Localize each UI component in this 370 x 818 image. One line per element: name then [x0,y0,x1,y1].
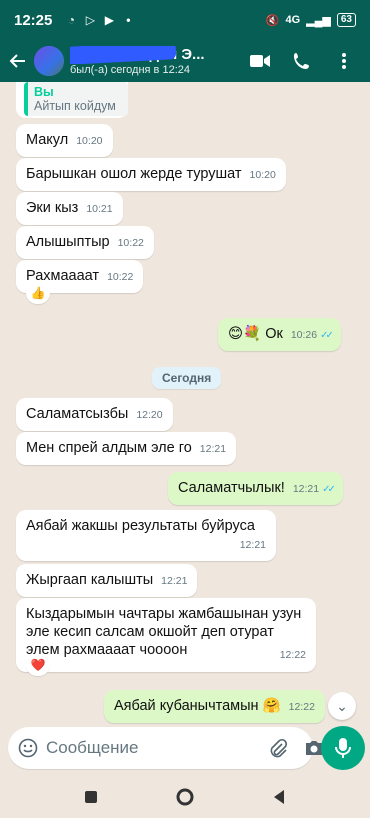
status-bar: 12:25 ◔ ▷ ▶ • 🔇 4G ▂▄▆ 63 [0,0,370,40]
mic-button[interactable] [321,726,365,770]
message-time: 12:22 [279,649,306,662]
message-bubble[interactable]: Эки кыз 10:21 [16,192,123,226]
avatar[interactable] [34,46,64,76]
message-time: 10:22 [117,237,144,249]
message-time: 10:22 [107,271,134,283]
back-button[interactable] [267,785,291,809]
message-composer [8,727,322,769]
message-bubble[interactable]: Барышкан ошол жерде турушат 10:20 [16,158,286,192]
back-arrow-icon[interactable] [0,40,34,82]
video-call-icon[interactable] [250,51,270,71]
message-time: 10:20 [249,169,276,181]
message-text: Жыргаап калышты [26,572,154,588]
signal-icon: ▂▄▆ [306,14,331,27]
system-nav-bar [0,775,370,818]
message-bubble[interactable]: Аябай жакшы результаты буйруса 12:21 [16,510,276,562]
reaction-thumbs-up[interactable]: 👍 [26,282,50,304]
message-text: Алышыптыр [26,234,110,250]
message-time: 12:21 [239,539,266,552]
voice-call-icon[interactable] [292,51,312,71]
message-bubble[interactable]: Макул 10:20 [16,124,113,158]
message-time: 10:21 [86,203,113,215]
alarm-icon: ◔ [67,13,75,27]
message-time: 12:20 [136,409,163,421]
message-text: Саламатчылык! [178,480,285,496]
message-bubble[interactable]: Жыргаап калышты 12:21 [16,564,198,598]
message-time: 12:22 [288,701,315,713]
date-chip: Сегодня [152,367,222,389]
message-time: 12:21 [199,443,227,455]
battery-indicator: 63 [336,13,356,27]
quote-text: Айтып койдум [34,99,116,114]
status-notification-icons: ◔ ▷ ▶ • [64,13,135,27]
message-bubble-outgoing[interactable]: Саламатчылык! 12:21 ✓✓ [168,472,343,506]
mic-icon [335,738,351,758]
message-text: Эки кыз [26,200,79,216]
youtube-icon: ▶ [104,13,114,27]
message-text: Макул [26,132,69,148]
network-label: 4G [285,14,301,26]
status-time: 12:25 [14,11,53,29]
emoji-icon[interactable] [18,737,38,759]
reply-quote[interactable]: Вы Айтып койдум [16,82,128,118]
mute-icon: 🔇 [265,14,280,27]
message-input[interactable] [46,738,267,758]
message-bubble[interactable]: Кыздарымын чачтары жамбашынан узун эле к… [16,598,316,672]
message-text: Аябай кубанычтамын 🤗 [114,698,281,714]
recents-button[interactable] [79,785,103,809]
read-tick-icon: ✓✓ [320,330,334,341]
message-time: 10:20 [76,135,103,147]
message-time: 12:21 [292,483,320,495]
home-button[interactable] [173,785,197,809]
message-bubble-outgoing[interactable]: Аябай кубанычтамын 🤗 12:22 [104,690,325,724]
read-tick-icon: ✓✓ [322,484,336,495]
chat-header: Зарина Эмдон Э... был(-а) сегодня в 12:2… [0,40,370,82]
message-text: 😊💐 Ок [228,326,283,342]
dot-icon: • [126,13,131,27]
message-text: Аябай жакшы результаты буйруса [26,518,255,534]
message-text: Барышкан ошол жерде турушат [26,166,242,182]
last-seen-status: был(-а) сегодня в 12:24 [70,63,190,76]
play-icon: ▷ [85,13,95,27]
attach-icon[interactable] [267,737,289,759]
message-bubble-outgoing[interactable]: 😊💐 Ок 10:26 ✓✓ [218,318,341,352]
message-text: Мен спрей алдым эле го [26,440,192,456]
chat-area[interactable]: Вы Айтып койдум Макул 10:20 Барышкан ошол… [0,82,370,727]
menu-icon[interactable] [334,51,354,71]
message-time: 12:21 [161,575,188,587]
message-bubble[interactable]: Саламатсызбы 12:20 [16,398,173,432]
message-text: Саламатсызбы [26,406,129,422]
message-time: 10:26 [290,329,318,341]
quote-author: Вы [34,85,54,99]
contact-info[interactable]: Зарина Эмдон Э... был(-а) сегодня в 12:2… [70,45,250,77]
message-bubble[interactable]: Мен спрей алдым эле го 12:21 [16,432,237,466]
reaction-heart[interactable]: ❤️ [26,654,50,676]
message-bubble[interactable]: Алышыптыр 10:22 [16,226,154,260]
double-chevron-down-icon: ⌄ [336,697,348,714]
scroll-down-button[interactable]: ⌄ [328,692,356,720]
